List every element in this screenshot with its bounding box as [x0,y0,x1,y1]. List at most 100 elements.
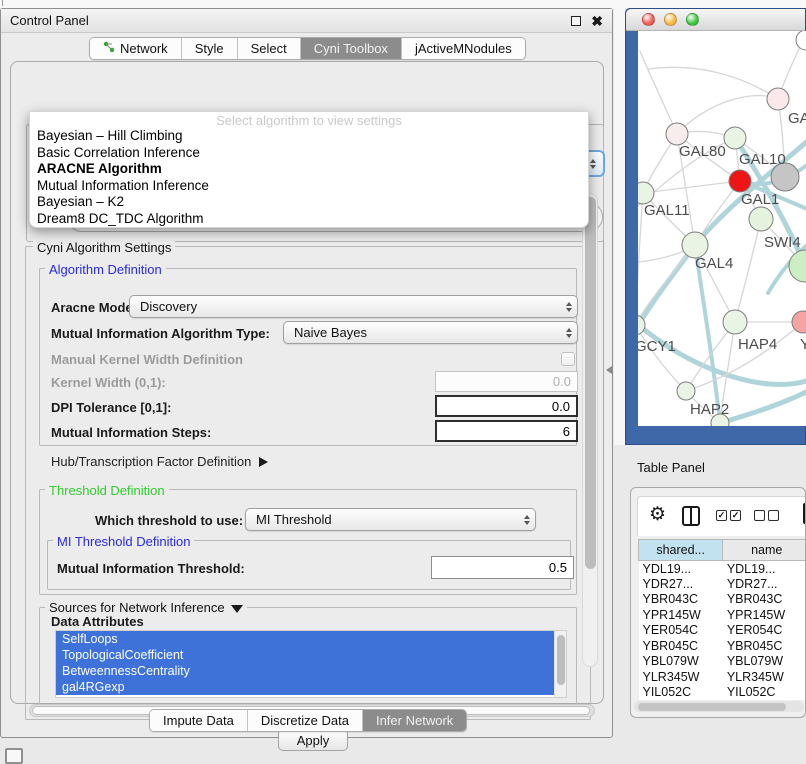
collapse-down-icon [231,605,243,613]
network-view-window: GALGAL80GAL10GAL1GAL11SWI4GAL4GCY1HAP4YH… [625,8,806,445]
table-row[interactable]: YDL19...YDL19...13 [639,561,806,577]
bottom-tab-impute-data[interactable]: Impute Data [150,710,248,731]
mi-steps-input[interactable] [435,420,578,442]
tab-style[interactable]: Style [182,38,238,59]
attribute-item-gal4rgexp[interactable]: gal4RGexp [56,679,554,695]
network-edge [638,193,643,325]
table-cell: YIL052C [723,685,806,701]
mac-close-icon[interactable] [642,13,655,26]
tab-label: Style [195,41,224,56]
table-cell: YDR27... [723,576,806,592]
node-gal-pink[interactable] [767,88,789,110]
node-label-hap2: HAP2 [690,401,729,418]
dropdown-item-bayesian-hill-climbing[interactable]: Bayesian – Hill Climbing [30,128,588,145]
float-window-icon[interactable] [571,16,581,26]
table-row[interactable]: YBR045CYBR045C9. [639,638,806,654]
manual-kernel-checkbox[interactable] [561,352,575,366]
mi-type-value: Naive Bayes [294,325,367,340]
node-red-node[interactable] [729,170,751,192]
panel-gap [614,8,625,445]
node-hap4[interactable] [723,310,747,334]
aracne-mode-stepper-icon [566,302,572,312]
mi-type-combo[interactable]: Naive Bayes [283,321,578,344]
data-attributes-list[interactable]: SelfLoopsTopologicalCoefficientBetweenne… [55,630,567,698]
node-label-gal10: GAL10 [739,151,786,168]
dpi-tolerance-label: DPI Tolerance [0,1]: [51,400,171,415]
hub-definition-expander[interactable]: Hub/Transcription Factor Definition [51,454,268,469]
node-label-gal: GAL [788,110,806,127]
algorithm-definition-legend: Algorithm Definition [45,262,166,277]
dropdown-item-basic-correlation-inference[interactable]: Basic Correlation Inference [30,145,588,162]
mac-zoom-icon[interactable] [686,13,699,26]
column-header-name[interactable]: name [723,540,806,561]
dropdown-item-bayesian-k2[interactable]: Bayesian – K2 [30,194,588,211]
table-row[interactable]: YLR345WYLR345W9. [639,669,806,685]
dpi-tolerance-input[interactable] [435,395,578,417]
top-strip [0,0,806,8]
sources-legend[interactable]: Sources for Network Inference [45,600,247,615]
attribute-item-topologicalcoefficient[interactable]: TopologicalCoefficient [56,647,554,663]
table-cell: YDL19... [723,561,806,577]
table-cell: YLR345W [639,669,723,685]
apply-button[interactable]: Apply [278,729,348,751]
node-swi4-green[interactable] [789,250,806,282]
aracne-mode-combo[interactable]: Discovery [129,295,578,318]
deselect-all-columns-icon[interactable] [754,510,779,521]
aracne-mode-label: Aracne Mode: [51,300,137,315]
select-all-columns-icon[interactable]: ✓✓ [716,510,741,521]
apply-button-label: Apply [297,733,330,748]
network-tab-icon [103,41,115,56]
tab-select[interactable]: Select [238,38,301,59]
bottom-tab-discretize-data[interactable]: Discretize Data [248,710,363,731]
tab-cyni-toolbox[interactable]: Cyni Toolbox [301,38,402,59]
table-panel-title: Table Panel [637,460,705,475]
table-row[interactable]: YBL079WYBL079W [639,654,806,670]
table-row[interactable]: YBR043CYBR043C [639,592,806,608]
node-gal10[interactable] [724,127,746,149]
network-titlebar[interactable] [626,9,805,31]
attribute-item-selfloops[interactable]: SelfLoops [56,631,554,647]
dropdown-item-mutual-information-inference[interactable]: Mutual Information Inference [30,178,588,195]
table-row[interactable]: YPR145WYPR145W9. [639,607,806,623]
attribute-item-betweennesscentrality[interactable]: BetweennessCentrality [56,663,554,679]
algorithm-dropdown-popup: Select algorithm to view settings Bayesi… [29,111,589,228]
control-panel-window: Control Panel ✖ NetworkStyleSelectCyni T… [0,8,613,738]
tab-jactivemnodules[interactable]: jActiveMNodules [402,38,525,59]
node-table: shared...nameA YDL19...YDL19...13YDR27..… [638,539,806,700]
cyni-settings-legend: Cyni Algorithm Settings [33,240,175,255]
bottom-tab-strip: Impute DataDiscretize DataInfer Network [149,709,467,732]
tab-network[interactable]: Network [90,38,182,59]
dropdown-item-dream8-dc-tdc-algorithm[interactable]: Dream8 DC_TDC Algorithm [30,211,588,228]
mi-type-stepper-icon [566,328,572,338]
attributes-list-scrollbar[interactable] [554,631,566,697]
table-row[interactable]: YER054CYER054C8. [639,623,806,639]
dropdown-item-aracne-algorithm[interactable]: ARACNE Algorithm [30,161,588,178]
close-icon[interactable]: ✖ [591,16,603,26]
node-gal80[interactable] [666,123,688,145]
which-threshold-label: Which threshold to use: [95,513,243,528]
kernel-width-input[interactable] [435,371,578,392]
split-columns-icon[interactable] [682,506,700,526]
table-row[interactable]: YIL052CYIL052C9 [639,685,806,701]
node-label-gal1: GAL1 [741,191,779,208]
bottom-tab-infer-network[interactable]: Infer Network [363,710,466,731]
table-horizontal-scrollbar-thumb[interactable] [638,703,786,711]
table-row[interactable]: YDR27...YDR27...12 [639,576,806,592]
node-gal1-green[interactable] [749,207,773,231]
mac-minimize-icon[interactable] [664,13,677,26]
table-cell: YER054C [723,623,806,639]
which-threshold-combo[interactable]: MI Threshold [245,508,536,531]
node-gal11[interactable] [638,182,654,204]
gear-icon[interactable]: ⚙ [649,504,666,526]
tab-label: Cyni Toolbox [314,41,388,56]
split-pane-handle[interactable] [606,366,612,374]
settings-vertical-scrollbar-thumb[interactable] [585,197,596,569]
table-cell: YBL079W [639,654,723,670]
table-cell: YBR043C [723,592,806,608]
column-header-shared[interactable]: shared... [639,540,723,561]
node-hap2[interactable] [677,382,695,400]
table-cell: YBR043C [639,592,723,608]
network-canvas[interactable]: GALGAL80GAL10GAL1GAL11SWI4GAL4GCY1HAP4YH… [638,31,806,426]
node-top-partial[interactable] [796,31,806,50]
mi-threshold-input[interactable] [431,556,574,579]
